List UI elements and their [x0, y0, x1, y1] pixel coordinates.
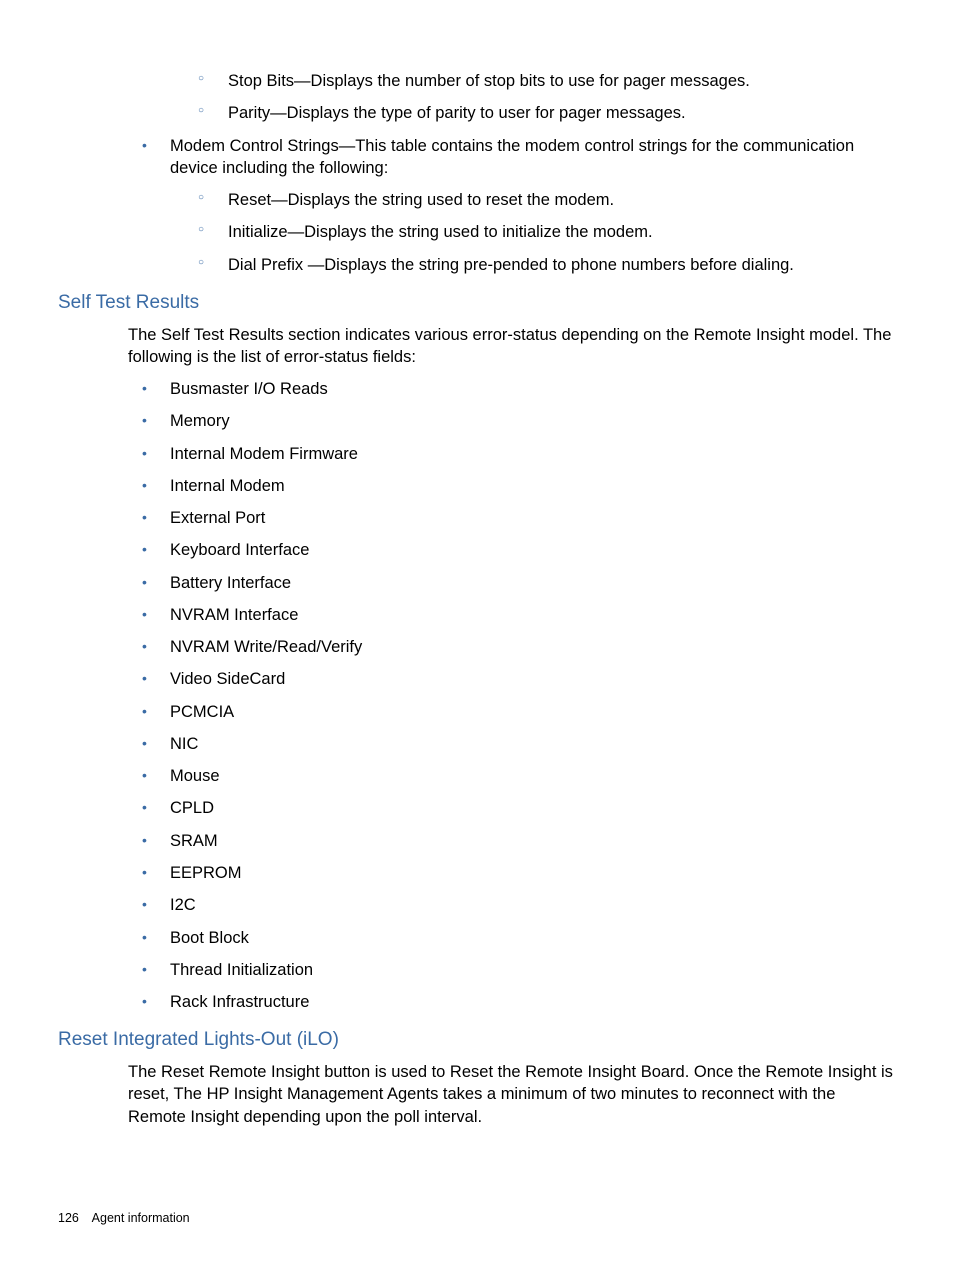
- page-number: 126: [58, 1211, 79, 1225]
- list-item: Busmaster I/O Reads: [142, 378, 896, 400]
- list-item: Dial Prefix —Displays the string pre-pen…: [198, 254, 896, 276]
- list-item: Internal Modem Firmware: [142, 443, 896, 465]
- list-item-text: Modem Control Strings—This table contain…: [170, 137, 854, 177]
- list-item: Modem Control Strings—This table contain…: [142, 135, 896, 276]
- list-item-text: Mouse: [170, 767, 220, 785]
- list-item: Stop Bits—Displays the number of stop bi…: [198, 70, 896, 92]
- list-item-text: CPLD: [170, 799, 214, 817]
- list-item: Mouse: [142, 765, 896, 787]
- list-item: Rack Infrastructure: [142, 991, 896, 1013]
- page-footer: 126 Agent information: [58, 1210, 190, 1227]
- list-item: EEPROM: [142, 862, 896, 884]
- list-item-text: Dial Prefix —Displays the string pre-pen…: [228, 256, 794, 274]
- list-item-text: External Port: [170, 509, 265, 527]
- list-item-text: Battery Interface: [170, 574, 291, 592]
- list-item: NIC: [142, 733, 896, 755]
- footer-label: Agent information: [92, 1211, 190, 1225]
- list-item: SRAM: [142, 830, 896, 852]
- list-item: Parity—Displays the type of parity to us…: [198, 102, 896, 124]
- top-outer-list: Modem Control Strings—This table contain…: [142, 135, 896, 276]
- list-item: Internal Modem: [142, 475, 896, 497]
- list-item-text: Parity—Displays the type of parity to us…: [228, 104, 686, 122]
- list-item: PCMCIA: [142, 701, 896, 723]
- list-item-text: Boot Block: [170, 929, 249, 947]
- list-item: CPLD: [142, 797, 896, 819]
- top-sub-list: Stop Bits—Displays the number of stop bi…: [198, 70, 896, 125]
- list-item: Memory: [142, 410, 896, 432]
- self-test-list: Busmaster I/O Reads Memory Internal Modem …: [142, 378, 896, 1013]
- modem-sub-list: Reset—Displays the string used to reset …: [198, 189, 896, 276]
- reset-ilo-heading: Reset Integrated Lights-Out (iLO): [58, 1027, 896, 1053]
- list-item: Thread Initialization: [142, 959, 896, 981]
- list-item: Reset—Displays the string used to reset …: [198, 189, 896, 211]
- list-item-text: Keyboard Interface: [170, 541, 309, 559]
- list-item-text: Rack Infrastructure: [170, 993, 309, 1011]
- list-item-text: Stop Bits—Displays the number of stop bi…: [228, 72, 750, 90]
- list-item-text: Busmaster I/O Reads: [170, 380, 328, 398]
- list-item: External Port: [142, 507, 896, 529]
- list-item-text: Memory: [170, 412, 230, 430]
- list-item-text: Video SideCard: [170, 670, 285, 688]
- list-item-text: NVRAM Write/Read/Verify: [170, 638, 362, 656]
- list-item-text: NIC: [170, 735, 198, 753]
- list-item: NVRAM Write/Read/Verify: [142, 636, 896, 658]
- list-item-text: Initialize—Displays the string used to i…: [228, 223, 653, 241]
- page-content: Stop Bits—Displays the number of stop bi…: [58, 70, 896, 1128]
- list-item-text: EEPROM: [170, 864, 242, 882]
- list-item-text: Internal Modem: [170, 477, 285, 495]
- reset-ilo-body: The Reset Remote Insight button is used …: [128, 1061, 896, 1128]
- list-item: Battery Interface: [142, 572, 896, 594]
- list-item: Keyboard Interface: [142, 539, 896, 561]
- list-item: Video SideCard: [142, 668, 896, 690]
- list-item: I2C: [142, 894, 896, 916]
- list-item: Initialize—Displays the string used to i…: [198, 221, 896, 243]
- list-item-text: SRAM: [170, 832, 218, 850]
- list-item-text: PCMCIA: [170, 703, 234, 721]
- list-item: Boot Block: [142, 927, 896, 949]
- list-item-text: Internal Modem Firmware: [170, 445, 358, 463]
- self-test-intro: The Self Test Results section indicates …: [128, 324, 896, 369]
- list-item-text: Reset—Displays the string used to reset …: [228, 191, 614, 209]
- list-item-text: NVRAM Interface: [170, 606, 298, 624]
- list-item-text: I2C: [170, 896, 196, 914]
- self-test-heading: Self Test Results: [58, 290, 896, 316]
- list-item: NVRAM Interface: [142, 604, 896, 626]
- list-item-text: Thread Initialization: [170, 961, 313, 979]
